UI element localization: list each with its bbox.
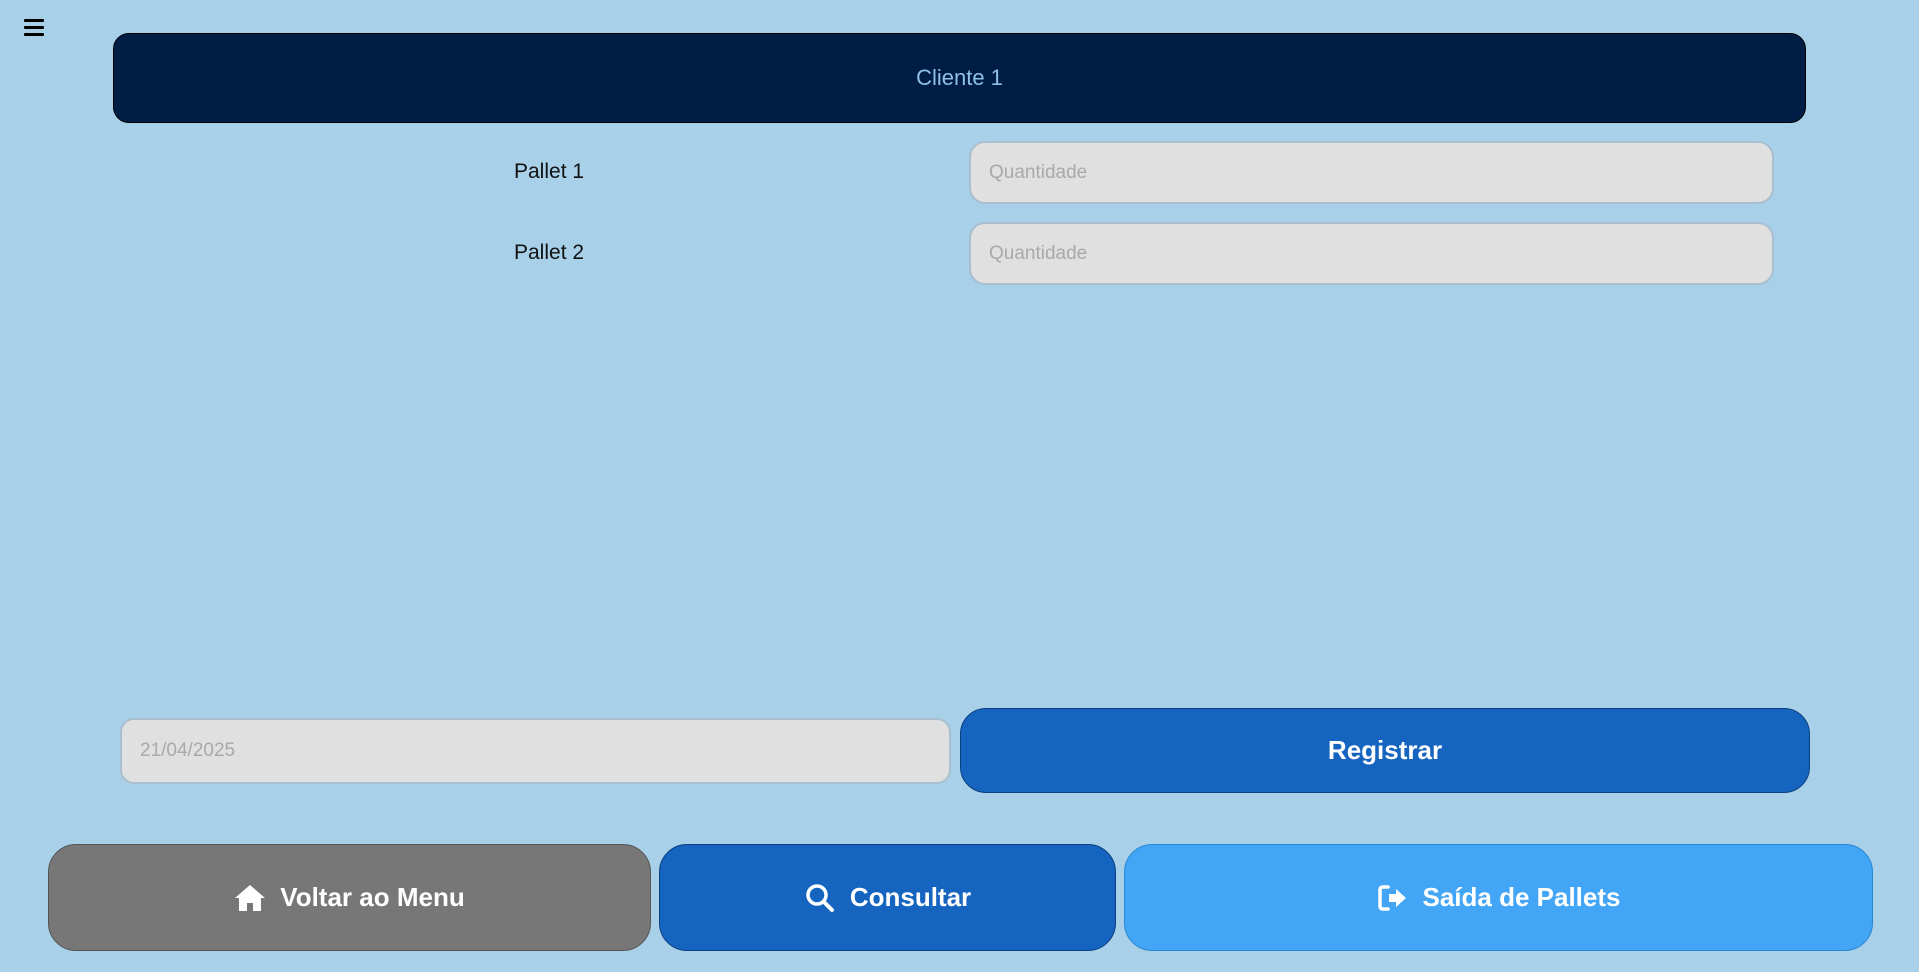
pallet-exit-button[interactable]: Saída de Pallets xyxy=(1124,844,1873,951)
hamburger-menu-icon[interactable] xyxy=(24,14,50,40)
menu-line xyxy=(24,32,44,36)
pallet-2-quantity-input[interactable] xyxy=(969,222,1774,285)
consult-button[interactable]: Consultar xyxy=(659,844,1116,951)
client-header: Cliente 1 xyxy=(113,33,1806,123)
pallet-1-label: Pallet 1 xyxy=(514,160,585,183)
consult-label: Consultar xyxy=(849,882,972,912)
register-button[interactable]: Registrar xyxy=(960,708,1810,793)
register-button-label: Registrar xyxy=(1327,735,1443,765)
date-input[interactable] xyxy=(120,718,951,784)
menu-line xyxy=(24,25,44,29)
back-to-menu-label: Voltar ao Menu xyxy=(280,882,465,912)
menu-line xyxy=(24,18,44,22)
sign-out-icon xyxy=(1377,882,1409,914)
pallet-1-quantity-input[interactable] xyxy=(969,141,1774,204)
search-icon xyxy=(804,882,836,914)
pallet-2-label: Pallet 2 xyxy=(514,241,585,264)
back-to-menu-button[interactable]: Voltar ao Menu xyxy=(48,844,651,951)
pallet-exit-label: Saída de Pallets xyxy=(1422,882,1621,912)
client-name: Cliente 1 xyxy=(916,65,1003,90)
home-icon xyxy=(234,882,266,914)
pallet-entry-screen: Cliente 1 Pallet 1 Pallet 2 Registrar Vo… xyxy=(0,0,1919,972)
